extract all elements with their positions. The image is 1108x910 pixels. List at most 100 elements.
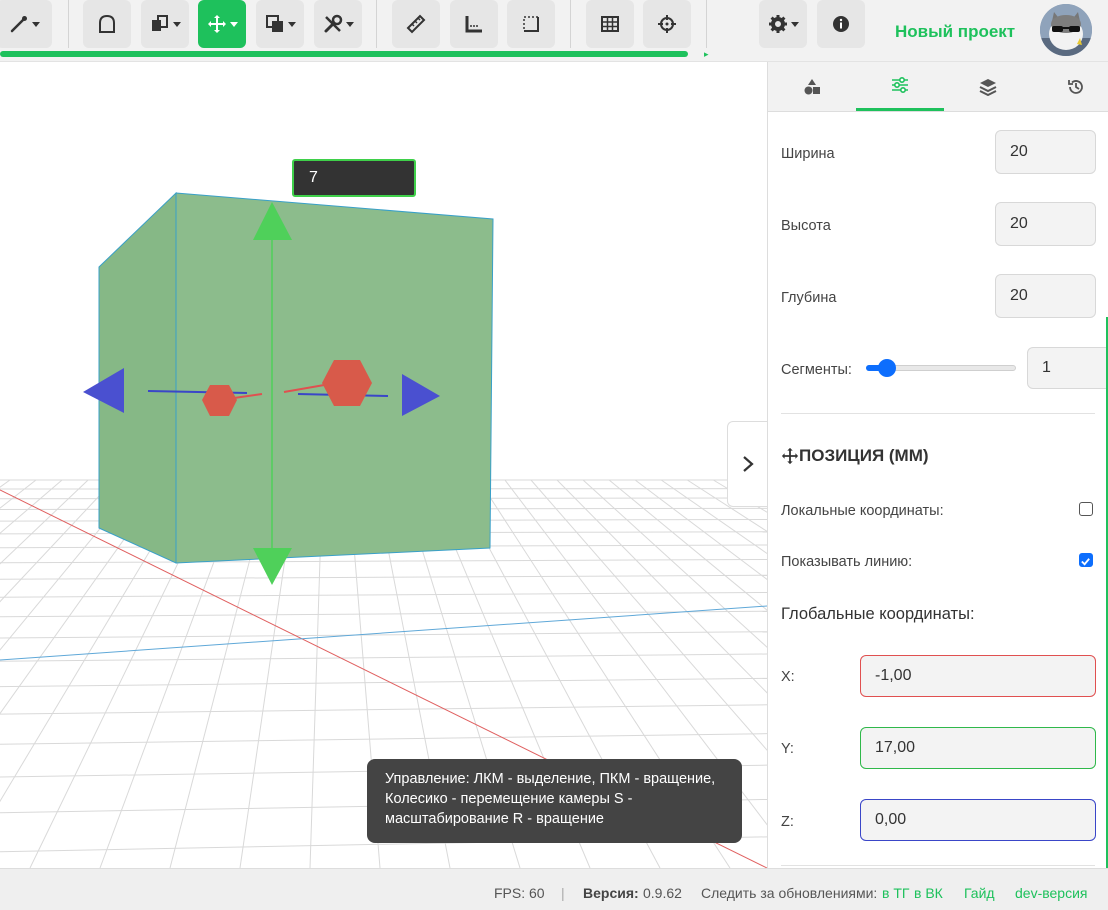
local-coords-checkbox[interactable] bbox=[1079, 502, 1093, 516]
depth-label: Глубина bbox=[781, 290, 837, 306]
checkmark-icon bbox=[1081, 558, 1090, 566]
z-coordinate-input[interactable]: 0,00 bbox=[860, 799, 1096, 841]
move-arrows-icon bbox=[781, 447, 799, 465]
pen-line-icon bbox=[10, 16, 27, 33]
shapes-icon bbox=[804, 78, 820, 94]
toolbar-divider bbox=[376, 0, 377, 48]
arch-icon bbox=[99, 14, 115, 33]
tab-shapes[interactable] bbox=[768, 62, 856, 111]
frame-tool-button[interactable] bbox=[507, 0, 555, 48]
chevron-down-icon bbox=[172, 22, 181, 27]
grid-line bbox=[0, 479, 37, 509]
copy-icon bbox=[151, 15, 168, 31]
local-coords-label: Локальные координаты: bbox=[781, 503, 944, 519]
info-icon bbox=[833, 16, 849, 32]
project-title[interactable]: Новый проект bbox=[895, 22, 1015, 42]
grid-line bbox=[0, 574, 767, 580]
segments-label: Сегменты: bbox=[781, 362, 852, 378]
ruler-icon bbox=[406, 14, 426, 34]
user-avatar[interactable] bbox=[1040, 4, 1092, 56]
shape-tool-button[interactable] bbox=[83, 0, 131, 48]
layers-icon bbox=[979, 78, 997, 96]
grid-line bbox=[0, 479, 141, 651]
segments-input[interactable]: 1 bbox=[1027, 347, 1108, 389]
move-arrows-icon bbox=[207, 15, 226, 33]
history-icon bbox=[1068, 79, 1083, 94]
show-line-label: Показывать линию: bbox=[781, 554, 913, 570]
grid-line bbox=[739, 479, 767, 497]
tools-icon bbox=[324, 14, 342, 33]
progress-end-marker: ▸ bbox=[704, 49, 709, 59]
union-icon bbox=[265, 15, 283, 32]
grid-line bbox=[0, 479, 11, 488]
panel-tabs bbox=[768, 62, 1108, 112]
x-coordinate-input[interactable]: -1,00 bbox=[860, 655, 1096, 697]
main-toolbar: ▸ Новый проект bbox=[0, 0, 1108, 62]
height-input[interactable]: 20 bbox=[995, 202, 1096, 246]
fps-counter: FPS: 60 bbox=[494, 885, 545, 901]
follow-updates-label: Следить за обновлениями: bbox=[701, 885, 878, 901]
y-coordinate-input[interactable]: 17,00 bbox=[860, 727, 1096, 769]
object-tool-button[interactable] bbox=[141, 0, 189, 48]
controls-help-tooltip: Управление: ЛКМ - выделение, ПКМ - враще… bbox=[367, 759, 742, 843]
tab-layers[interactable] bbox=[944, 62, 1032, 111]
chevron-right-icon bbox=[742, 456, 754, 472]
tab-properties[interactable] bbox=[856, 62, 944, 111]
boolean-tool-button[interactable] bbox=[256, 0, 304, 48]
ruler-tool-button[interactable] bbox=[392, 0, 440, 48]
global-coords-title: Глобальные координаты: bbox=[781, 605, 975, 623]
section-divider bbox=[781, 413, 1095, 414]
width-label: Ширина bbox=[781, 146, 835, 162]
depth-input[interactable]: 20 bbox=[995, 274, 1096, 318]
slider-thumb[interactable] bbox=[878, 359, 896, 377]
grid-icon bbox=[601, 16, 619, 32]
chevron-down-icon bbox=[345, 22, 354, 27]
dimension-value-input[interactable]: 7 bbox=[292, 159, 416, 197]
vk-link[interactable]: в ВК bbox=[914, 885, 943, 901]
properties-panel: Ширина 20 Высота 20 Глубина 20 Сегменты:… bbox=[767, 62, 1108, 868]
status-separator: | bbox=[561, 885, 565, 901]
toolbar-divider bbox=[706, 0, 707, 48]
grid-line bbox=[0, 733, 767, 745]
gear-icon bbox=[768, 15, 787, 33]
chevron-down-icon bbox=[229, 22, 238, 27]
guide-link[interactable]: Гайд bbox=[964, 885, 995, 901]
version-value: 0.9.62 bbox=[643, 885, 682, 901]
status-bar: FPS: 60 | Версия: 0.9.62 Следить за обно… bbox=[0, 868, 1108, 910]
settings-button[interactable] bbox=[759, 0, 807, 48]
frame-icon bbox=[523, 16, 539, 32]
tab-history[interactable] bbox=[1032, 62, 1108, 111]
grid-line bbox=[0, 558, 767, 564]
loading-progress-bar bbox=[0, 51, 688, 57]
measure-tool-button[interactable] bbox=[450, 0, 498, 48]
telegram-link[interactable]: в ТГ bbox=[882, 885, 909, 901]
position-title-text: ПОЗИЦИЯ (ММ) bbox=[799, 446, 929, 465]
height-label: Высота bbox=[781, 218, 831, 234]
grid-line bbox=[0, 479, 63, 534]
modify-tool-button[interactable] bbox=[314, 0, 362, 48]
move-tool-button[interactable] bbox=[198, 0, 246, 48]
toolbar-divider bbox=[570, 0, 571, 48]
draw-tool-button[interactable] bbox=[0, 0, 52, 48]
position-section-title: ПОЗИЦИЯ (ММ) bbox=[781, 446, 929, 466]
width-input[interactable]: 20 bbox=[995, 130, 1096, 174]
show-line-checkbox[interactable] bbox=[1079, 553, 1093, 567]
snap-tool-button[interactable] bbox=[643, 0, 691, 48]
3d-viewport[interactable]: 7 Управление: ЛКМ - выделение, ПКМ - вра… bbox=[0, 62, 767, 868]
toolbar-divider bbox=[68, 0, 69, 48]
grid-line bbox=[0, 479, 89, 565]
info-button[interactable] bbox=[817, 0, 865, 48]
segments-slider[interactable] bbox=[866, 359, 1016, 377]
panel-collapse-button[interactable] bbox=[727, 421, 767, 507]
y-label: Y: bbox=[781, 741, 794, 757]
section-divider bbox=[781, 865, 1095, 866]
selected-cube bbox=[98, 191, 494, 564]
sliders-icon bbox=[892, 76, 908, 94]
version-label: Версия: bbox=[583, 885, 639, 901]
grid-tool-button[interactable] bbox=[586, 0, 634, 48]
dev-version-link[interactable]: dev-версия bbox=[1015, 885, 1088, 901]
gizmo-y-arrow-down bbox=[253, 548, 292, 585]
grid-line bbox=[0, 592, 767, 598]
x-label: X: bbox=[781, 669, 795, 685]
chevron-down-icon bbox=[790, 22, 799, 27]
